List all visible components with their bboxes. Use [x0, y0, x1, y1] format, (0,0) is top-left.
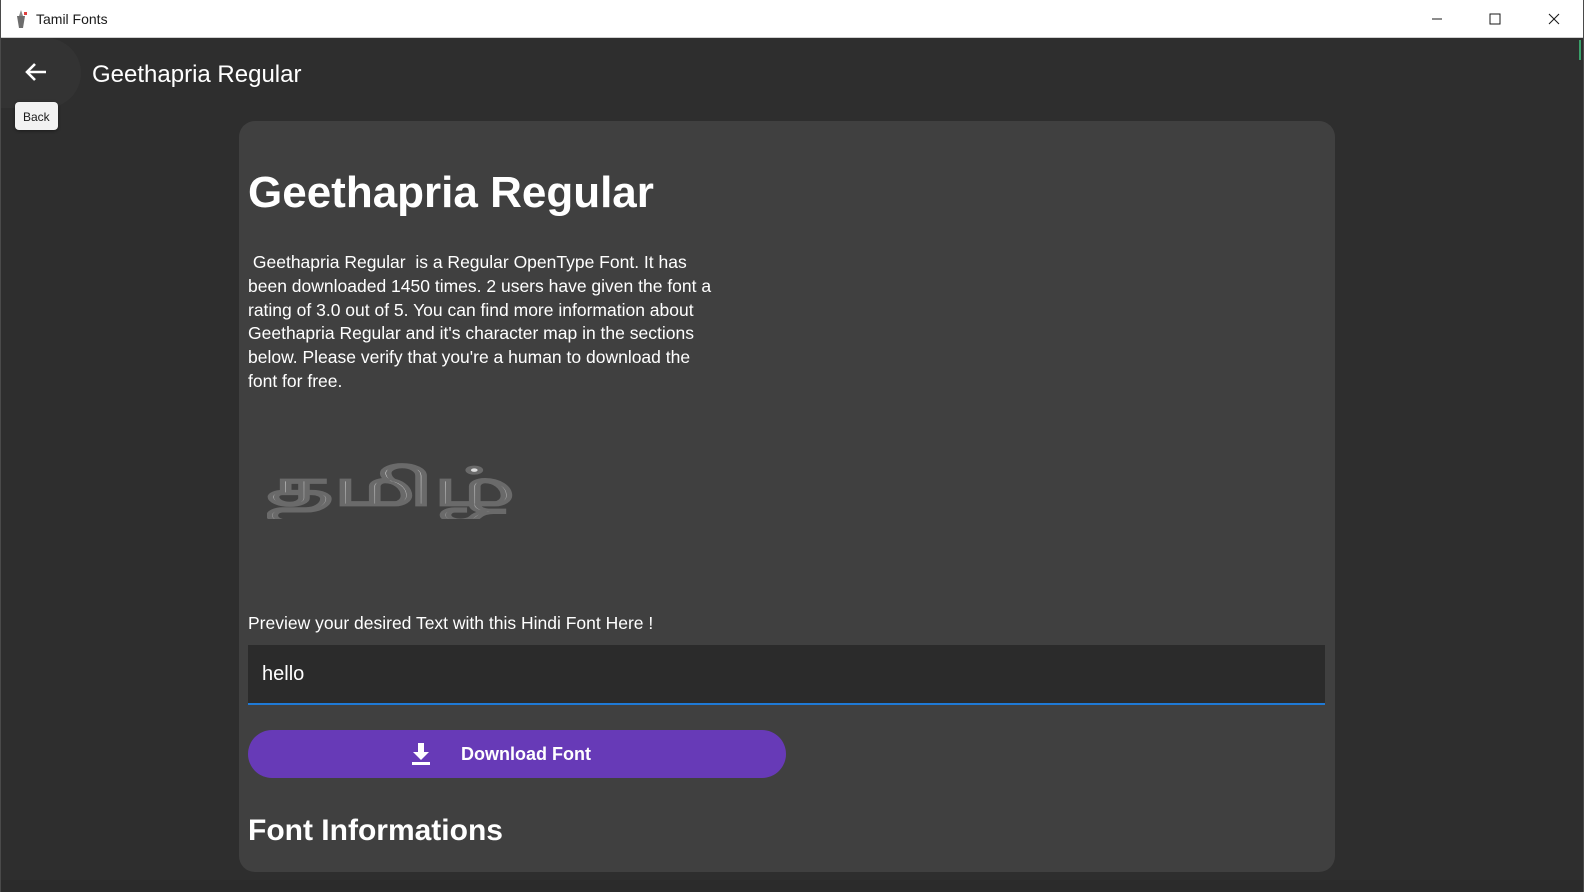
close-button[interactable]: [1525, 0, 1583, 37]
app-header: Back Geethapria Regular: [1, 38, 1583, 130]
preview-text-input[interactable]: [248, 645, 1325, 705]
maximize-icon: [1489, 13, 1501, 24]
maximize-button[interactable]: [1466, 0, 1524, 37]
window-title: Tamil Fonts: [36, 11, 108, 27]
download-icon: [411, 743, 431, 765]
font-name-heading: Geethapria Regular: [248, 168, 654, 217]
back-tooltip: Back: [15, 102, 58, 130]
back-button[interactable]: [1, 38, 81, 108]
app-window: Tamil Fonts Back Geethapria Regular Geet…: [0, 0, 1584, 892]
minimize-icon: [1432, 18, 1442, 19]
font-info-heading: Font Informations: [248, 814, 503, 847]
font-preview-image: தமிழ்: [267, 457, 516, 519]
page-title: Geethapria Regular: [92, 61, 302, 88]
font-preview-glyphs: தமிழ்: [267, 458, 515, 519]
preview-label: Preview your desired Text with this Hind…: [248, 613, 654, 633]
title-bar: Tamil Fonts: [1, 0, 1583, 38]
minimize-button[interactable]: [1408, 0, 1466, 37]
font-description: Geethapria Regular is a Regular OpenType…: [248, 252, 716, 391]
scroll-indicator[interactable]: [1579, 40, 1581, 60]
bottom-edge: [1, 880, 1583, 892]
arrow-left-icon: [25, 63, 46, 81]
app-logo-icon: [17, 10, 27, 28]
close-icon: [1548, 13, 1560, 24]
download-font-label: Download Font: [461, 743, 591, 764]
download-font-button[interactable]: Download Font: [248, 730, 786, 778]
font-detail-card: Geethapria Regular Geethapria Regular is…: [239, 121, 1335, 872]
